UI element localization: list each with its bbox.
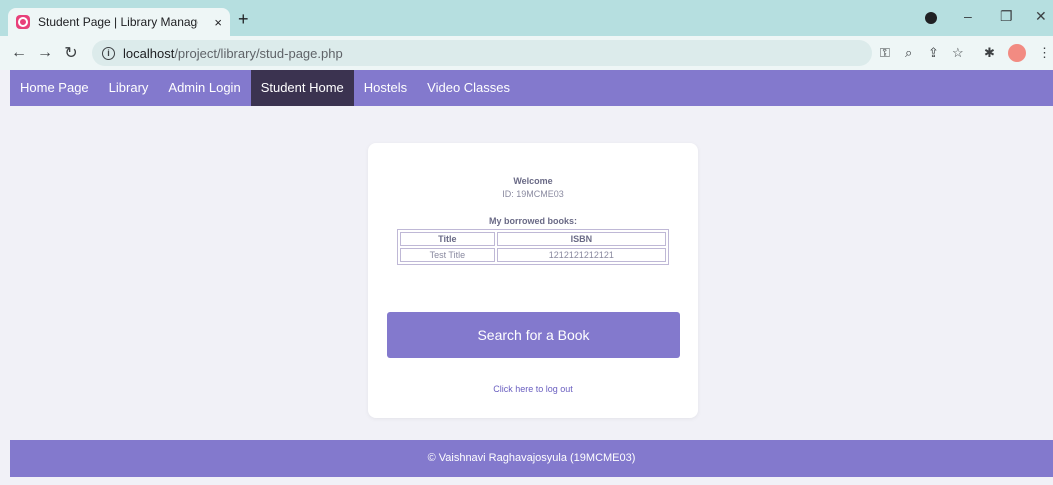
minimize-icon[interactable]: – [964,8,972,24]
browser-tab-bar: Student Page | Library Managem × + – ❐ ✕ [0,0,1053,36]
menu-icon[interactable]: ⋮ [1038,45,1051,61]
column-header-isbn: ISBN [496,232,666,246]
welcome-text: Welcome [513,176,553,186]
logout-link[interactable]: Click here to log out [368,384,698,394]
borrowed-books-heading: My borrowed books: [488,216,577,226]
footer: © Vaishnavi Raghavajosyula (19MCME03) [10,440,1053,477]
user-id: ID: 19MCME03 [502,189,564,199]
browser-toolbar: ← → ↻ i localhost /project/library/stud-… [0,36,1053,70]
nav-hostels[interactable]: Hostels [354,70,417,106]
main-nav: Home Page Library Admin Login Student Ho… [10,70,1053,106]
forward-icon[interactable]: → [32,44,58,62]
table-row: Test Title 1212121212121 [400,248,666,262]
page: Home Page Library Admin Login Student Ho… [0,70,1053,485]
close-icon[interactable]: × [214,15,222,30]
share-icon[interactable]: ⇪ [928,45,939,61]
star-icon[interactable]: ☆ [952,45,964,61]
address-bar[interactable]: i localhost /project/library/stud-page.p… [92,40,872,66]
cell-title: Test Title [400,248,495,262]
avatar[interactable] [1008,44,1026,62]
url-host: localhost [123,45,175,61]
table-header-row: Title ISBN [400,232,666,246]
nav-student-home[interactable]: Student Home [250,70,354,106]
column-header-title: Title [400,232,495,246]
browser-tab[interactable]: Student Page | Library Managem × [8,8,230,36]
student-card: Welcome ID: 19MCME03 My borrowed books: … [368,143,698,418]
back-icon[interactable]: ← [6,44,32,62]
url-path: /project/library/stud-page.php [174,45,343,61]
plus-icon[interactable]: + [238,10,249,28]
favicon-icon [16,15,30,29]
nav-home-page[interactable]: Home Page [10,70,99,106]
restore-icon[interactable]: ❐ [1000,8,1013,25]
key-icon[interactable]: ⚿ [880,45,890,61]
info-icon[interactable]: i [102,46,115,60]
cell-isbn: 1212121212121 [496,248,666,262]
tab-title: Student Page | Library Managem [38,15,198,29]
reload-icon[interactable]: ↻ [58,43,84,63]
search-book-button[interactable]: Search for a Book [387,312,680,358]
borrowed-books-table: Title ISBN Test Title 1212121212121 [397,229,669,265]
profile-icon[interactable] [925,12,937,24]
zoom-icon[interactable]: ⌕ [905,45,912,61]
puzzle-icon[interactable]: ✱ [984,45,995,61]
close-window-icon[interactable]: ✕ [1035,8,1047,25]
nav-video-classes[interactable]: Video Classes [417,70,520,106]
nav-library[interactable]: Library [99,70,159,106]
nav-admin-login[interactable]: Admin Login [158,70,250,106]
